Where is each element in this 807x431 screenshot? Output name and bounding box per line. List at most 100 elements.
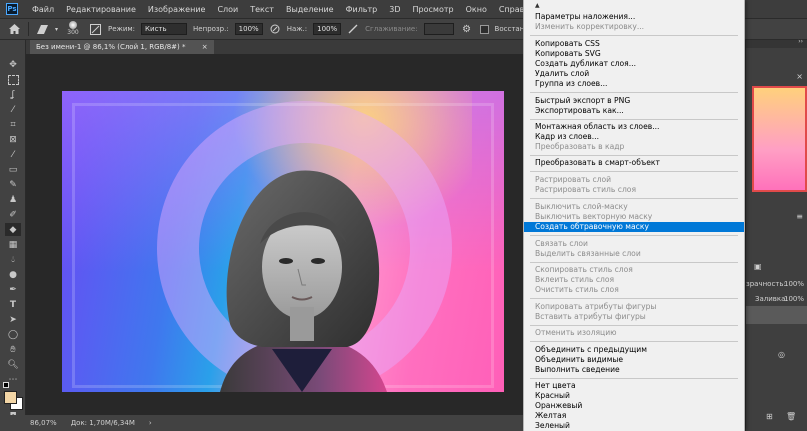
close-tab-icon[interactable]: × <box>202 43 208 51</box>
menu-item-flatten-image[interactable]: Выполнить сведение <box>524 365 744 375</box>
hand-tool-icon[interactable]: ✋︎ <box>5 343 21 356</box>
zoom-level[interactable]: 86,07% <box>30 419 57 427</box>
menu-item-duplicate-layer[interactable]: Создать дубликат слоя... <box>524 59 744 69</box>
dodge-tool-icon[interactable]: ● <box>5 268 21 281</box>
separator <box>28 22 29 36</box>
chevron-down-icon[interactable]: ▾ <box>55 26 58 33</box>
menu-item-copy-svg[interactable]: Копировать SVG <box>524 49 744 59</box>
magic-wand-tool-icon[interactable]: ⁄ <box>5 103 21 116</box>
layer-context-menu: ▲ Параметры наложения... Изменить коррек… <box>523 0 745 431</box>
menu-item-group-from-layers[interactable]: Группа из слоев... <box>524 79 744 89</box>
menu-item-frame-from-layers[interactable]: Кадр из слоев... <box>524 132 744 142</box>
crop-tool-icon[interactable]: ⌗ <box>5 118 21 131</box>
canvas-area[interactable] <box>26 54 523 415</box>
menu-file[interactable]: Файл <box>26 5 60 14</box>
zoom-tool-icon[interactable]: 🔍︎ <box>5 358 21 371</box>
menu-item-blending-options[interactable]: Параметры наложения... <box>524 12 744 22</box>
menu-edit[interactable]: Редактирование <box>60 5 142 14</box>
menu-layers[interactable]: Слои <box>211 5 244 14</box>
menu-3d[interactable]: 3D <box>383 5 406 14</box>
pen-tool-icon[interactable]: ✒ <box>5 283 21 296</box>
healing-brush-tool-icon[interactable]: ▭ <box>5 163 21 176</box>
menu-separator <box>530 262 738 263</box>
selected-layer-row[interactable] <box>746 306 807 324</box>
airbrush-icon[interactable] <box>347 24 359 34</box>
brush-tool-icon[interactable]: ✎ <box>5 178 21 191</box>
menu-item-copy-shape-attributes: Копировать атрибуты фигуры <box>535 302 657 311</box>
ellipse-tool-icon[interactable]: ◯ <box>5 328 21 341</box>
eyedropper-tool-icon[interactable]: ⁄ <box>5 148 21 161</box>
navigator-view-frame[interactable] <box>752 86 807 192</box>
blur-tool-icon[interactable]: 💧︎ <box>5 253 21 266</box>
gradient-tool-icon[interactable]: ▦ <box>5 238 21 251</box>
menu-item-artboard-from-layers[interactable]: Монтажная область из слоев... <box>524 122 744 132</box>
layer-fill-value[interactable]: 100% <box>784 295 804 303</box>
collapse-panel-icon[interactable]: ›› <box>798 38 803 45</box>
menu-item-merge-visible[interactable]: Объединить видимые <box>524 355 744 365</box>
status-bar: 86,07% Док: 1,70M/6,34M › <box>0 415 523 431</box>
brush-settings-icon[interactable] <box>88 23 102 35</box>
eraser-tool-icon[interactable] <box>35 24 49 34</box>
smoothing-field[interactable] <box>423 23 454 35</box>
pressure-field[interactable]: 100% <box>313 23 342 35</box>
menu-select[interactable]: Выделение <box>280 5 340 14</box>
menu-view[interactable]: Просмотр <box>407 5 460 14</box>
gear-icon[interactable]: ⚙ <box>460 24 474 35</box>
status-arrow-icon[interactable]: › <box>149 419 152 427</box>
history-brush-tool-icon[interactable]: ✐ <box>5 208 21 221</box>
layer-link-icon[interactable]: ◎ <box>778 350 785 359</box>
menu-item-delete-layer[interactable]: Удалить слой <box>524 69 744 79</box>
menu-item-color-red[interactable]: Красный <box>524 391 744 401</box>
photoshop-logo[interactable]: Ps <box>6 3 18 15</box>
pressure-label: Наж.: <box>286 25 308 33</box>
menu-item-quick-export-png[interactable]: Быстрый экспорт в PNG <box>524 96 744 106</box>
menu-item-edit-adjustment: Изменить корректировку... <box>535 22 645 31</box>
lasso-tool-icon[interactable]: ʆ <box>5 88 21 101</box>
menu-item-clear-layer-style: Очистить стиль слоя <box>535 285 619 294</box>
move-tool-icon[interactable]: ✥ <box>5 58 21 71</box>
document-tab[interactable]: Без имени-1 @ 86,1% (Слой 1, RGB/8#) * × <box>30 40 214 54</box>
close-panel-icon[interactable]: × <box>796 72 803 81</box>
foreground-color-swatch[interactable] <box>4 391 17 404</box>
menu-item-merge-down[interactable]: Объединить с предыдущим <box>524 345 744 355</box>
restore-history-checkbox[interactable] <box>479 24 489 34</box>
path-selection-tool-icon[interactable]: ➤ <box>5 313 21 326</box>
menu-filter[interactable]: Фильтр <box>340 5 384 14</box>
menu-item-convert-to-smart-object[interactable]: Преобразовать в смарт-объект <box>524 158 744 168</box>
document-artwork[interactable] <box>62 91 504 392</box>
menu-item-create-clipping-mask[interactable]: Создать обтравочную маску <box>524 222 744 232</box>
brush-preset-picker[interactable]: 300 <box>64 20 82 38</box>
menu-item-color-yellow[interactable]: Желтая <box>524 411 744 421</box>
menu-item-color-green[interactable]: Зеленый <box>524 421 744 431</box>
layer-fill-label: Заливка: <box>755 295 788 303</box>
menu-item-paste-shape-attributes: Вставить атрибуты фигуры <box>535 312 646 321</box>
menu-separator <box>530 35 738 36</box>
marquee-tool-icon[interactable] <box>5 73 21 86</box>
home-icon[interactable] <box>6 24 22 34</box>
lock-icon[interactable]: ▣ <box>754 262 762 271</box>
menu-type[interactable]: Текст <box>244 5 280 14</box>
delete-layer-icon[interactable]: 🗑︎ <box>786 412 796 421</box>
menu-window[interactable]: Окно <box>460 5 493 14</box>
menu-item-rasterize-layer: Растрировать слой <box>535 175 612 184</box>
scroll-up-icon[interactable]: ▲ <box>535 2 540 9</box>
menu-item-disable-vector-mask: Выключить векторную маску <box>535 212 653 221</box>
menu-item-copy-css[interactable]: Копировать CSS <box>524 39 744 49</box>
menu-image[interactable]: Изображение <box>142 5 212 14</box>
opacity-pressure-icon[interactable] <box>269 24 281 34</box>
panel-menu-icon[interactable]: ≡ <box>796 212 803 221</box>
default-colors-icon[interactable] <box>3 382 11 388</box>
menu-item-color-none[interactable]: Нет цвета <box>524 381 744 391</box>
clone-stamp-tool-icon[interactable]: ♟ <box>5 193 21 206</box>
menu-item-link-layers: Связать слои <box>535 239 588 248</box>
menu-item-color-orange[interactable]: Оранжевый <box>524 401 744 411</box>
type-tool-icon[interactable]: T <box>5 298 21 311</box>
frame-tool-icon[interactable]: ⊠ <box>5 133 21 146</box>
mode-select[interactable]: Кисть <box>141 23 188 35</box>
document-size-info: Док: 1,70M/6,34M <box>70 419 135 427</box>
eraser-tool-icon[interactable]: ◆ <box>5 223 21 236</box>
new-layer-icon[interactable]: ⊞ <box>766 412 773 421</box>
opacity-field[interactable]: 100% <box>234 23 263 35</box>
menu-item-export-as[interactable]: Экспортировать как... <box>524 106 744 116</box>
layer-opacity-value[interactable]: 100% <box>784 280 804 288</box>
